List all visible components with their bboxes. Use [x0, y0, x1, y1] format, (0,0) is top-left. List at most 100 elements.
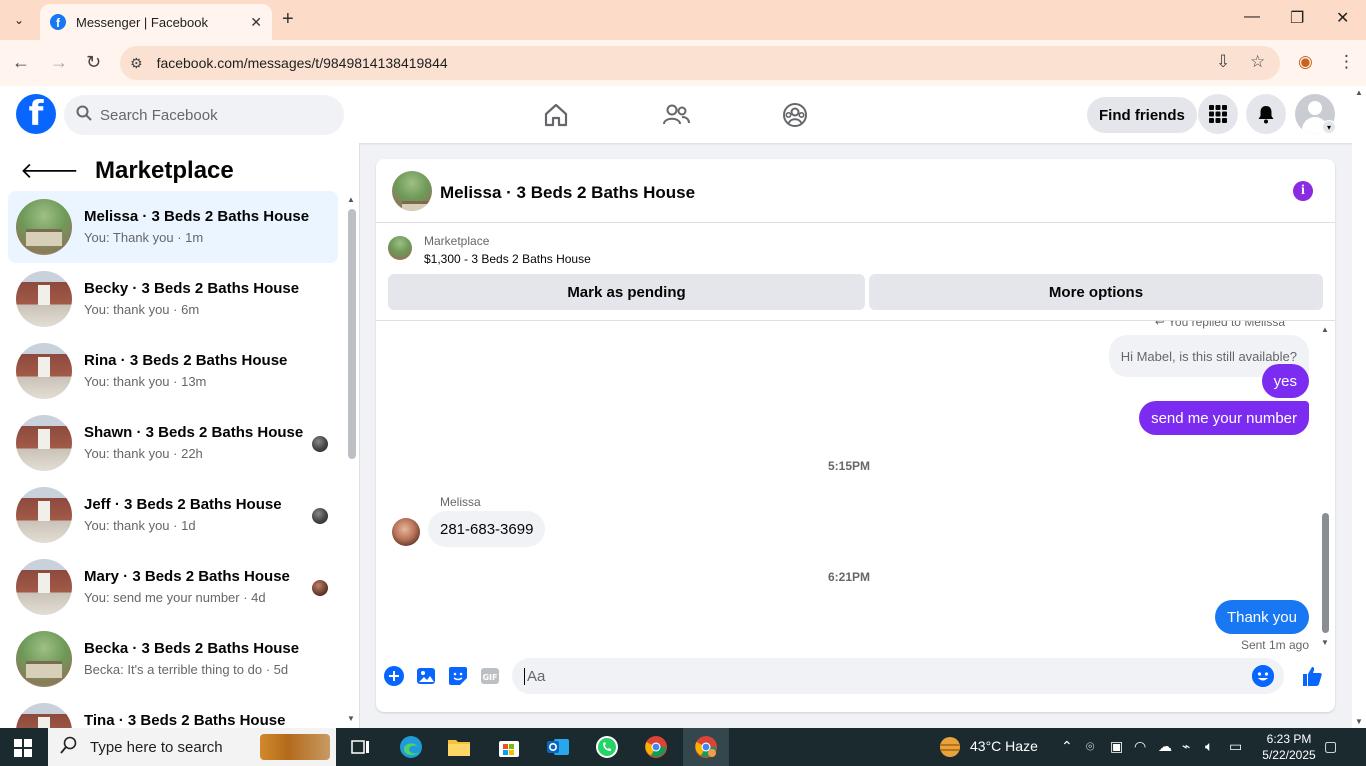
search-input[interactable]	[100, 106, 320, 124]
conversation-item[interactable]: Melissa · 3 Beds 2 Baths House You: Than…	[8, 191, 338, 263]
window-close-icon[interactable]: ✕	[1336, 8, 1349, 28]
listing-thumbnail	[16, 703, 72, 728]
edge-browser-icon[interactable]	[398, 735, 424, 759]
task-view-icon[interactable]	[348, 735, 374, 759]
facebook-logo-icon[interactable]: f	[16, 94, 56, 134]
new-tab-plus-icon[interactable]: +	[282, 8, 294, 31]
forward-arrow-icon[interactable]: →	[50, 52, 68, 73]
thread-scroll-thumb[interactable]	[1322, 513, 1329, 633]
thumbs-up-icon[interactable]	[1301, 665, 1323, 687]
conversation-item[interactable]: Jeff · 3 Beds 2 Baths House You: thank y…	[8, 479, 338, 551]
show-hidden-icons-chevron-icon[interactable]: ⌃	[1061, 738, 1073, 755]
conversation-preview: You: thank you · 6m	[84, 302, 200, 317]
whatsapp-icon[interactable]	[594, 735, 620, 759]
taskbar-search-box[interactable]: Type here to search	[48, 728, 336, 766]
tab-title: Messenger | Facebook	[76, 14, 208, 30]
facebook-search-box[interactable]	[64, 95, 344, 135]
restore-icon[interactable]: ❐	[1290, 8, 1304, 28]
outgoing-message[interactable]: yes	[1261, 364, 1309, 398]
emoji-icon[interactable]	[1252, 665, 1274, 687]
back-arrow-icon[interactable]: 🡐	[20, 158, 79, 184]
info-icon[interactable]: i	[1293, 181, 1313, 201]
sidebar-scroll-thumb[interactable]	[348, 209, 356, 459]
windows-start-icon[interactable]	[14, 739, 32, 757]
install-app-icon[interactable]: ⇩	[1216, 52, 1230, 72]
svg-text:GIF: GIF	[482, 673, 497, 682]
weather-icon[interactable]	[938, 735, 962, 762]
site-settings-icon[interactable]: ⚙	[130, 55, 143, 72]
back-arrow-icon[interactable]: ←	[12, 52, 30, 73]
page-scrollbar[interactable]: ▲ ▼	[1352, 86, 1366, 728]
incoming-message[interactable]: 281-683-3699	[428, 511, 546, 547]
add-plus-icon[interactable]	[383, 665, 405, 687]
account-chevron-down-icon[interactable]: ▾	[1322, 120, 1336, 134]
sender-avatar[interactable]	[392, 518, 420, 546]
outlook-icon[interactable]	[545, 735, 571, 759]
conversation-name: Melissa · 3 Beds 2 Baths House	[84, 208, 310, 225]
conversation-item[interactable]: Becka · 3 Beds 2 Baths House Becka: It's…	[8, 623, 338, 695]
reload-icon[interactable]: ↻	[86, 52, 101, 73]
profile-icon[interactable]: ◉	[1298, 52, 1313, 72]
search-icon	[76, 105, 92, 125]
conversation-item[interactable]: Shawn · 3 Beds 2 Baths House You: thank …	[8, 407, 338, 479]
microsoft-store-icon[interactable]	[496, 735, 522, 759]
conversation-item[interactable]: Becky · 3 Beds 2 Baths House You: thank …	[8, 263, 338, 335]
listing-small-thumbnail[interactable]	[388, 236, 412, 260]
browser-address-bar: ← → ↻ ⚙ facebook.com/messages/t/98498141…	[0, 40, 1366, 86]
chat-listing-thumbnail[interactable]	[392, 171, 432, 211]
browser-menu-icon[interactable]: ⋮	[1338, 52, 1355, 72]
listing-price-title[interactable]: $1,300 - 3 Beds 2 Baths House	[424, 252, 591, 266]
network-icon[interactable]: ◠	[1134, 738, 1146, 755]
tab-close-icon[interactable]: ✕	[250, 14, 262, 31]
conversation-item[interactable]: Rina · 3 Beds 2 Baths House You: thank y…	[8, 335, 338, 407]
conversation-preview: You: thank you · 1d	[84, 518, 196, 533]
meet-now-icon[interactable]: ⌾	[1086, 738, 1094, 755]
chat-title[interactable]: Melissa · 3 Beds 2 Baths House	[440, 183, 695, 203]
file-explorer-icon[interactable]	[446, 735, 472, 759]
notification-center-icon[interactable]: ▢	[1324, 738, 1337, 755]
mark-as-pending-button[interactable]: Mark as pending	[388, 274, 865, 310]
conversation-item[interactable]: Tina · 3 Beds 2 Baths House	[8, 695, 338, 728]
photo-icon[interactable]	[415, 665, 437, 687]
minimize-icon[interactable]: —	[1244, 8, 1260, 26]
notifications-bell-icon[interactable]	[1246, 94, 1286, 134]
wifi-off-icon[interactable]: ⌁	[1182, 738, 1190, 755]
onedrive-icon[interactable]: ☁	[1158, 738, 1172, 755]
battery-icon[interactable]: ▭	[1229, 738, 1242, 755]
url-text[interactable]: facebook.com/messages/t/9849814138419844	[157, 55, 448, 71]
more-options-button[interactable]: More options	[869, 274, 1323, 310]
outgoing-message[interactable]: send me your number	[1139, 401, 1309, 435]
message-input-box[interactable]	[512, 658, 1284, 694]
volume-icon[interactable]: 🔈︎	[1205, 738, 1213, 755]
tab-search-chevron-icon[interactable]: ⌄	[6, 8, 32, 32]
conversation-item[interactable]: Mary · 3 Beds 2 Baths House You: send me…	[8, 551, 338, 623]
find-friends-button[interactable]: Find friends	[1087, 97, 1197, 133]
listing-thumbnail	[16, 415, 72, 471]
chrome-icon[interactable]	[643, 735, 669, 759]
friends-icon[interactable]	[661, 100, 691, 130]
display-icon[interactable]: ▣	[1110, 738, 1123, 755]
replied-to-text: You replied to Melissa	[1168, 321, 1285, 329]
outgoing-message[interactable]: Thank you	[1214, 600, 1309, 634]
sticker-icon[interactable]	[447, 665, 469, 687]
home-icon[interactable]	[541, 100, 571, 130]
browser-tab-messenger[interactable]: f Messenger | Facebook ✕	[40, 4, 272, 40]
thread-scrollbar[interactable]: ▲ ▼	[1320, 325, 1330, 647]
bookmark-star-icon[interactable]: ☆	[1250, 52, 1265, 72]
message-thread: ↩ You replied to Melissa Hi Mabel, is th…	[376, 321, 1335, 653]
sent-status: Sent 1m ago	[1240, 638, 1309, 652]
menu-grid-icon[interactable]	[1198, 94, 1238, 134]
url-omnibox[interactable]: ⚙ facebook.com/messages/t/98498141384198…	[120, 46, 1280, 80]
taskbar-clock[interactable]: 6:23 PM 5/22/2025	[1254, 731, 1324, 763]
groups-icon[interactable]	[780, 100, 810, 130]
chrome-profile-icon[interactable]	[693, 735, 719, 759]
listing-thumbnail	[16, 487, 72, 543]
weather-text[interactable]: 43°C Haze	[970, 738, 1038, 754]
conversation-name: Mary · 3 Beds 2 Baths House	[84, 568, 290, 585]
sidebar-scrollbar[interactable]: ▲ ▼	[347, 195, 356, 723]
seen-avatar-icon	[312, 508, 328, 524]
listing-label: Marketplace	[424, 234, 490, 248]
gif-icon[interactable]: GIF	[479, 665, 501, 687]
message-input[interactable]	[524, 667, 1244, 685]
browser-tab-bar: ⌄ f Messenger | Facebook ✕ + — ❐ ✕	[0, 0, 1366, 40]
